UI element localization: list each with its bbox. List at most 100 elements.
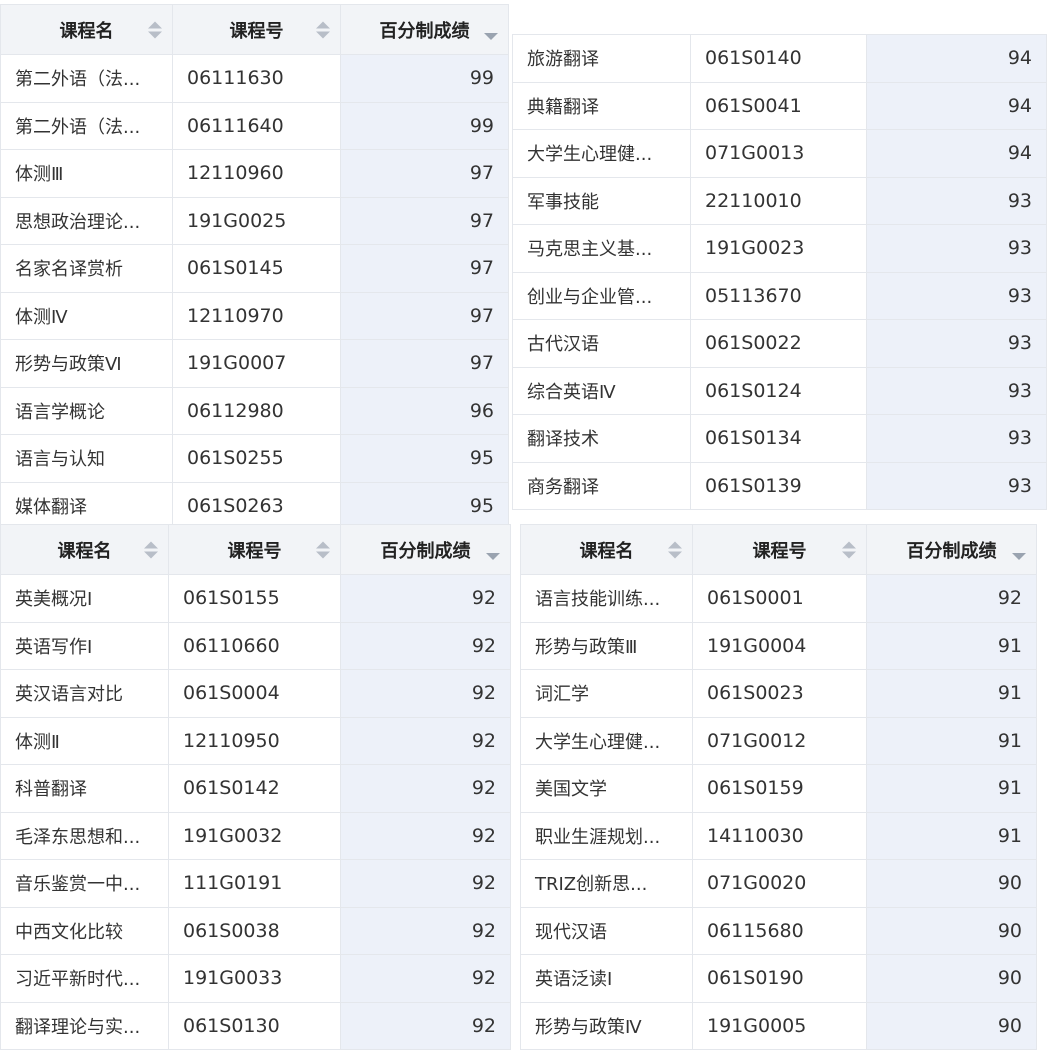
score-cell: 91 bbox=[866, 669, 1037, 718]
course-code-cell: 06112980 bbox=[172, 386, 341, 435]
table-row[interactable]: 翻译理论与实... 061S0130 92 bbox=[0, 1001, 511, 1050]
table-row[interactable]: 第二外语（法... 06111630 99 bbox=[0, 54, 509, 103]
table-row[interactable]: 语言与认知 061S0255 95 bbox=[0, 434, 509, 483]
course-name-cell: 英语泛读Ⅰ bbox=[520, 954, 693, 1003]
column-header-course-name[interactable]: 课程名 bbox=[0, 524, 169, 575]
column-header-course-code[interactable]: 课程号 bbox=[168, 524, 341, 575]
score-cell: 92 bbox=[340, 716, 511, 765]
sort-icon[interactable] bbox=[316, 541, 330, 558]
table-row[interactable]: 习近平新时代... 191G0033 92 bbox=[0, 954, 511, 1003]
score-cell: 93 bbox=[866, 366, 1047, 415]
table-row[interactable]: 形势与政策Ⅵ 191G0007 97 bbox=[0, 339, 509, 388]
table-row[interactable]: 第二外语（法... 06111640 99 bbox=[0, 101, 509, 150]
column-header-course-code[interactable]: 课程号 bbox=[172, 4, 341, 55]
header-label: 课程名 bbox=[59, 20, 114, 42]
header-label: 课程号 bbox=[229, 20, 284, 42]
course-name-cell: 典籍翻译 bbox=[512, 81, 691, 130]
course-name-cell: 体测Ⅱ bbox=[0, 716, 169, 765]
table-row[interactable]: 英汉语言对比 061S0004 92 bbox=[0, 669, 511, 718]
table-row[interactable]: 形势与政策Ⅳ 191G0005 90 bbox=[520, 1001, 1037, 1050]
score-cell: 91 bbox=[866, 716, 1037, 765]
course-name-cell: 习近平新时代... bbox=[0, 954, 169, 1003]
course-code-cell: 061S0255 bbox=[172, 434, 341, 483]
table-row[interactable]: 思想政治理论... 191G0025 97 bbox=[0, 196, 509, 245]
table-row[interactable]: 英语写作Ⅰ 06110660 92 bbox=[0, 621, 511, 670]
table-row[interactable]: 中西文化比较 061S0038 92 bbox=[0, 906, 511, 955]
table-row[interactable]: 旅游翻译 061S0140 94 bbox=[512, 34, 1047, 83]
table-row[interactable]: 体测Ⅳ 12110970 97 bbox=[0, 291, 509, 340]
course-name-cell: 形势与政策Ⅳ bbox=[520, 1001, 693, 1050]
score-cell: 91 bbox=[866, 621, 1037, 670]
table-row[interactable]: 毛泽东思想和... 191G0032 92 bbox=[0, 811, 511, 860]
course-code-cell: 12110970 bbox=[172, 291, 341, 340]
course-name-cell: 翻译理论与实... bbox=[0, 1001, 169, 1050]
table-row[interactable]: 综合英语Ⅳ 061S0124 93 bbox=[512, 366, 1047, 415]
course-name-cell: 翻译技术 bbox=[512, 414, 691, 463]
header-label: 百分制成绩 bbox=[379, 20, 470, 42]
score-cell: 97 bbox=[340, 291, 509, 340]
table-row[interactable]: 职业生涯规划... 14110030 91 bbox=[520, 811, 1037, 860]
score-cell: 92 bbox=[340, 906, 511, 955]
course-name-cell: 体测Ⅲ bbox=[0, 149, 173, 198]
course-name-cell: 名家名译赏析 bbox=[0, 244, 173, 293]
table-row[interactable]: 英语泛读Ⅰ 061S0190 90 bbox=[520, 954, 1037, 1003]
sort-icon[interactable] bbox=[316, 21, 330, 38]
course-name-cell: 大学生心理健... bbox=[512, 129, 691, 178]
course-code-cell: 14110030 bbox=[692, 811, 867, 860]
table-row[interactable]: 现代汉语 06115680 90 bbox=[520, 906, 1037, 955]
course-name-cell: 中西文化比较 bbox=[0, 906, 169, 955]
course-code-cell: 061S0023 bbox=[692, 669, 867, 718]
table-row[interactable]: 美国文学 061S0159 91 bbox=[520, 764, 1037, 813]
table-row[interactable]: 语言技能训练... 061S0001 92 bbox=[520, 574, 1037, 623]
course-name-cell: 科普翻译 bbox=[0, 764, 169, 813]
course-code-cell: 05113670 bbox=[690, 271, 867, 320]
sort-icon[interactable] bbox=[842, 541, 856, 558]
table-row[interactable]: 体测Ⅲ 12110960 97 bbox=[0, 149, 509, 198]
table-row[interactable]: 语言学概论 06112980 96 bbox=[0, 386, 509, 435]
grade-table-4: 课程名 课程号 百分制成绩 语言技能训练... 061S0001 92 形势与政策Ⅲ 1… bbox=[520, 524, 1037, 1050]
course-code-cell: 22110010 bbox=[690, 176, 867, 225]
table-row[interactable]: 创业与企业管... 05113670 93 bbox=[512, 271, 1047, 320]
sort-descending-icon[interactable] bbox=[484, 33, 498, 41]
course-code-cell: 111G0191 bbox=[168, 859, 341, 908]
table-row[interactable]: 商务翻译 061S0139 93 bbox=[512, 461, 1047, 510]
table-row[interactable]: 军事技能 22110010 93 bbox=[512, 176, 1047, 225]
score-cell: 92 bbox=[340, 1001, 511, 1050]
header-label: 百分制成绩 bbox=[906, 540, 997, 562]
table-row[interactable]: 大学生心理健... 071G0012 91 bbox=[520, 716, 1037, 765]
table-row[interactable]: 音乐鉴赏一中... 111G0191 92 bbox=[0, 859, 511, 908]
sort-descending-icon[interactable] bbox=[486, 553, 500, 561]
sort-descending-icon[interactable] bbox=[1012, 553, 1026, 561]
table-row[interactable]: 翻译技术 061S0134 93 bbox=[512, 414, 1047, 463]
table-row[interactable]: 形势与政策Ⅲ 191G0004 91 bbox=[520, 621, 1037, 670]
course-code-cell: 191G0023 bbox=[690, 224, 867, 273]
course-name-cell: 第二外语（法... bbox=[0, 101, 173, 150]
table-row[interactable]: 大学生心理健... 071G0013 94 bbox=[512, 129, 1047, 178]
column-header-score[interactable]: 百分制成绩 bbox=[340, 524, 511, 575]
table-row[interactable]: 古代汉语 061S0022 93 bbox=[512, 319, 1047, 368]
sort-icon[interactable] bbox=[144, 541, 158, 558]
course-code-cell: 191G0025 bbox=[172, 196, 341, 245]
table-row[interactable]: 媒体翻译 061S0263 95 bbox=[0, 481, 509, 530]
column-header-score[interactable]: 百分制成绩 bbox=[866, 524, 1037, 575]
table-row[interactable]: 词汇学 061S0023 91 bbox=[520, 669, 1037, 718]
column-header-course-name[interactable]: 课程名 bbox=[520, 524, 693, 575]
table-row[interactable]: 英美概况Ⅰ 061S0155 92 bbox=[0, 574, 511, 623]
table-row[interactable]: TRIZ创新思... 071G0020 90 bbox=[520, 859, 1037, 908]
sort-icon[interactable] bbox=[668, 541, 682, 558]
table-row[interactable]: 科普翻译 061S0142 92 bbox=[0, 764, 511, 813]
column-header-score[interactable]: 百分制成绩 bbox=[340, 4, 509, 55]
table-row[interactable]: 名家名译赏析 061S0145 97 bbox=[0, 244, 509, 293]
table-row[interactable]: 体测Ⅱ 12110950 92 bbox=[0, 716, 511, 765]
column-header-course-name[interactable]: 课程名 bbox=[0, 4, 173, 55]
course-code-cell: 061S0142 bbox=[168, 764, 341, 813]
score-cell: 92 bbox=[340, 669, 511, 718]
course-code-cell: 191G0004 bbox=[692, 621, 867, 670]
table-row[interactable]: 典籍翻译 061S0041 94 bbox=[512, 81, 1047, 130]
table-row[interactable]: 马克思主义基... 191G0023 93 bbox=[512, 224, 1047, 273]
column-header-course-code[interactable]: 课程号 bbox=[692, 524, 867, 575]
sort-icon[interactable] bbox=[148, 21, 162, 38]
score-cell: 93 bbox=[866, 414, 1047, 463]
score-cell: 97 bbox=[340, 196, 509, 245]
course-name-cell: 形势与政策Ⅲ bbox=[520, 621, 693, 670]
